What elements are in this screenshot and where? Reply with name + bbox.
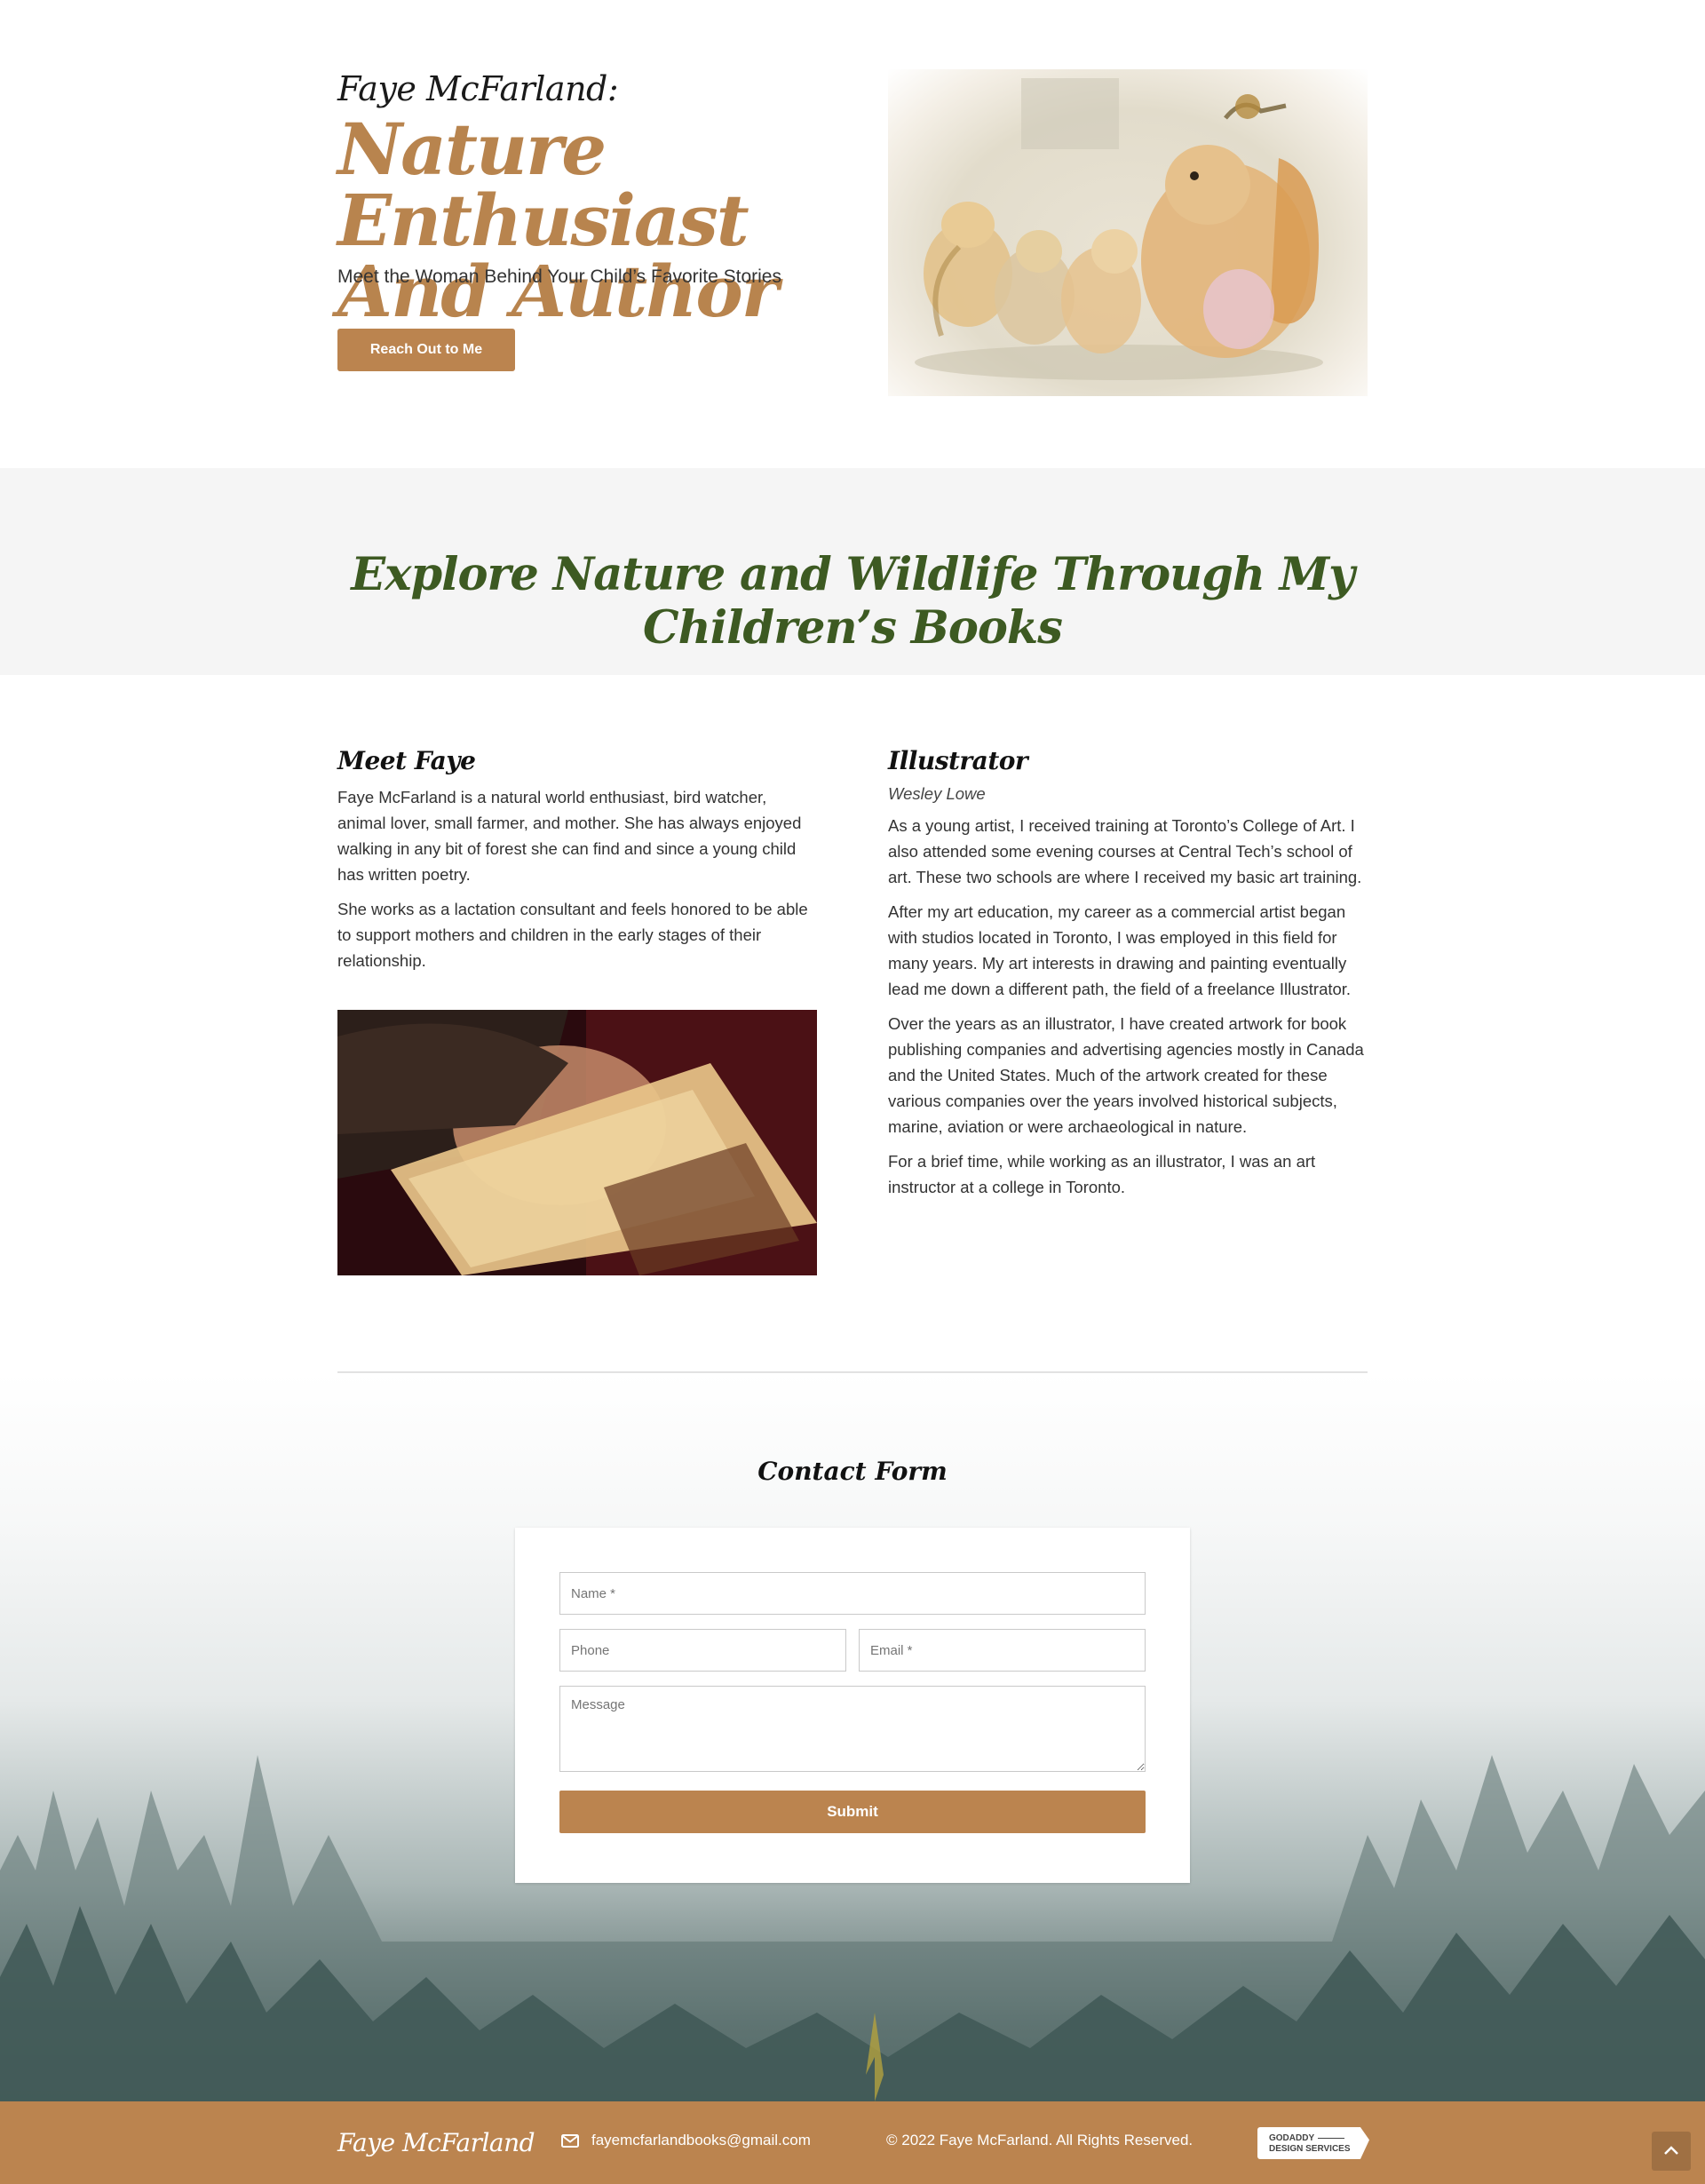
illustrator-name: Wesley Lowe (888, 784, 986, 803)
submit-button[interactable]: Submit (559, 1791, 1146, 1833)
hero-name: Faye McFarland: (337, 69, 619, 108)
illustrator-column: Illustrator Wesley Lowe As a young artis… (888, 746, 1368, 1209)
mail-icon (561, 2134, 579, 2148)
illustrator-heading: Illustrator (888, 746, 1028, 775)
contact-form-heading: Contact Form (757, 1457, 948, 1486)
illustrator-paragraph: As a young artist, I received training a… (888, 816, 1362, 886)
badge-line-2: DESIGN SERVICES (1269, 2144, 1351, 2154)
chevron-up-icon (1664, 2146, 1678, 2155)
meet-paragraph: She works as a lactation consultant and … (337, 900, 808, 970)
scroll-to-top-button[interactable] (1652, 2132, 1691, 2171)
footer-email-link[interactable]: fayemcfarlandbooks@gmail.com (591, 2132, 811, 2149)
hero-section: Faye McFarland: Nature Enthusiast And Au… (337, 0, 1368, 468)
email-input[interactable] (859, 1629, 1146, 1672)
illustrator-paragraph: After my art education, my career as a c… (888, 902, 1352, 998)
badge-line-1: GODADDY (1269, 2133, 1315, 2143)
message-textarea[interactable] (559, 1686, 1146, 1772)
banner-heading: Explore Nature and Wildlife Through My C… (351, 548, 1355, 655)
illustrator-paragraph: Over the years as an illustrator, I have… (888, 1014, 1364, 1136)
site-footer: Faye McFarland fayemcfarlandbooks@gmail.… (0, 2101, 1705, 2184)
hero-subtitle: Meet the Woman Behind Your Child’s Favor… (337, 266, 781, 287)
hero-title: Nature Enthusiast And Author (337, 107, 779, 333)
chipmunk-illustration (888, 69, 1368, 396)
about-section: Meet Faye Faye McFarland is a natural wo… (337, 675, 1368, 1372)
meet-faye-heading: Meet Faye (337, 746, 476, 775)
contact-form: Submit (515, 1528, 1190, 1883)
reach-out-button[interactable]: Reach Out to Me (337, 329, 515, 371)
meet-paragraph: Faye McFarland is a natural world enthus… (337, 788, 802, 884)
footer-brand: Faye McFarland (337, 2128, 535, 2157)
footer-copyright: © 2022 Faye McFarland. All Rights Reserv… (886, 2132, 1194, 2148)
meet-faye-column: Meet Faye Faye McFarland is a natural wo… (337, 746, 817, 982)
godaddy-badge[interactable]: GODADDY DESIGN SERVICES (1257, 2127, 1369, 2159)
books-banner: Explore Nature and Wildlife Through My C… (0, 468, 1705, 675)
girl-reading-photo (337, 1010, 817, 1275)
phone-input[interactable] (559, 1629, 846, 1672)
name-input[interactable] (559, 1572, 1146, 1615)
illustrator-paragraph: For a brief time, while working as an il… (888, 1152, 1316, 1196)
badge-rule (1318, 2138, 1344, 2139)
